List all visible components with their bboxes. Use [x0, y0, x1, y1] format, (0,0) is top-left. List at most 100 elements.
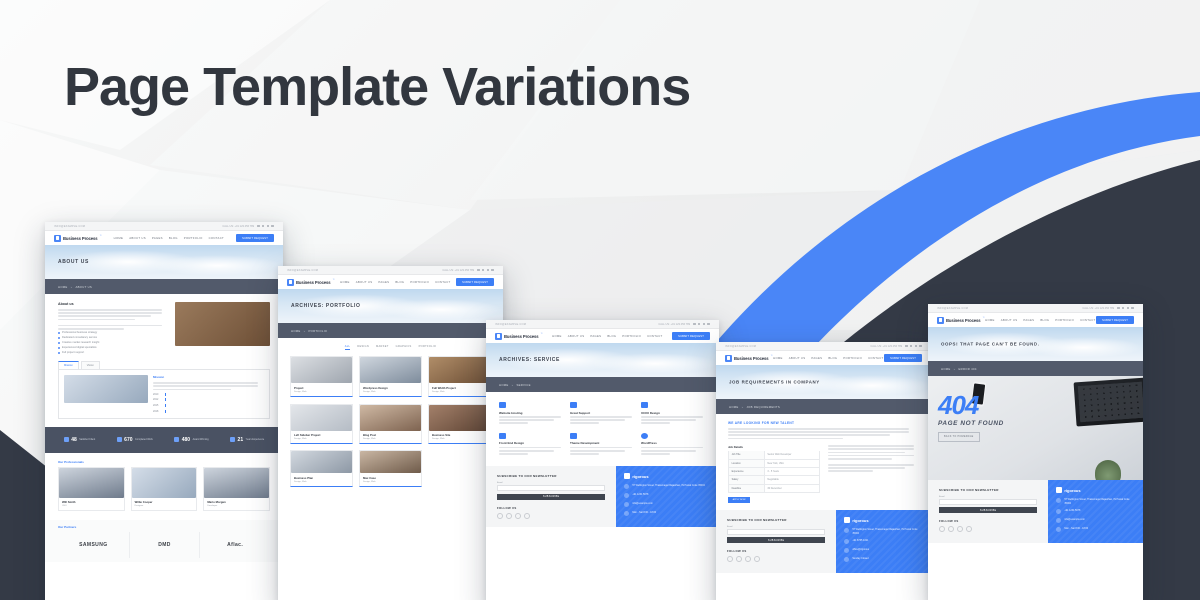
nav-item-about[interactable]: ABOUT US — [568, 334, 585, 338]
subscribe-button[interactable]: SUBSCRIBE — [497, 493, 606, 500]
nav-item-about[interactable]: ABOUT US — [129, 236, 146, 240]
mockup-job-requirements[interactable]: INFO@EXAMPLE.COM CALL US: +01 123 456 78… — [716, 342, 931, 600]
portfolio-card[interactable]: Business Site Design, Web — [428, 403, 491, 444]
nav-item-blog[interactable]: BLOG — [828, 356, 837, 360]
nav-item-home[interactable]: HOME — [340, 280, 350, 284]
rss-icon[interactable] — [707, 322, 710, 326]
topbar-social[interactable] — [693, 322, 710, 326]
breadcrumb[interactable]: HOME » ERROR 404 — [928, 361, 1143, 376]
youtube-icon[interactable] — [524, 512, 530, 519]
brand-logo[interactable]: Business Process ™ — [287, 278, 334, 286]
topbar-social[interactable] — [1117, 306, 1134, 310]
email-field[interactable] — [727, 528, 826, 535]
facebook-icon[interactable] — [1117, 306, 1120, 310]
portfolio-card[interactable]: Project Design, Web — [290, 356, 353, 397]
email-field[interactable] — [497, 485, 606, 492]
navbar[interactable]: Business Process ™ HOME ABOUT US PAGES B… — [716, 351, 931, 365]
nav-item-blog[interactable]: BLOG — [1040, 318, 1049, 322]
nav-item-about[interactable]: ABOUT US — [789, 356, 806, 360]
topbar-social[interactable] — [905, 344, 922, 348]
nav-item-contact[interactable]: CONTACT — [1080, 318, 1095, 322]
google-icon[interactable] — [1126, 306, 1130, 310]
service-card[interactable]: Front End Design — [499, 432, 564, 457]
nav-item-home[interactable]: HOME — [552, 334, 562, 338]
youtube-icon[interactable] — [966, 526, 972, 533]
instagram-icon[interactable] — [957, 526, 963, 533]
service-card[interactable]: Theme Development — [570, 432, 635, 457]
nav-item-pages[interactable]: PAGES — [378, 280, 389, 284]
nav-item-pages[interactable]: PAGES — [811, 356, 822, 360]
nav-menu[interactable]: HOME ABOUT US PAGES BLOG PORTFOLIO CONTA… — [552, 334, 662, 338]
team-card[interactable]: Willie Cooper Designer — [130, 466, 198, 512]
navbar[interactable]: Business Process ™ HOME ABOUT US PAGES B… — [278, 275, 503, 289]
nav-item-contact[interactable]: CONTACT — [647, 334, 662, 338]
nav-item-portfolio[interactable]: PORTFOLIO — [843, 356, 862, 360]
facebook-icon[interactable] — [939, 526, 945, 533]
tab-mission[interactable]: Mission — [58, 360, 79, 370]
nav-item-portfolio[interactable]: PORTFOLIO — [410, 280, 429, 284]
twitter-icon[interactable] — [481, 268, 485, 272]
cta-button[interactable]: SUBMIT REQUEST — [1096, 315, 1134, 325]
filter-portfolio[interactable]: PORTFOLIO — [419, 345, 437, 350]
footer-social[interactable] — [939, 526, 1037, 533]
portfolio-card[interactable]: Wordpress Design Design, Web — [359, 356, 422, 397]
nav-item-contact[interactable]: CONTACT — [209, 236, 224, 240]
navbar[interactable]: Business Process ™ HOME ABOUT US PAGES B… — [45, 231, 283, 245]
nav-item-contact[interactable]: CONTACT — [435, 280, 450, 284]
nav-item-contact[interactable]: CONTACT — [868, 356, 883, 360]
mockup-about-us[interactable]: INFO@EXAMPLE.COM CALL US: +01 123 456 78… — [45, 222, 283, 600]
navbar[interactable]: Business Process ™ HOME ABOUT US PAGES B… — [928, 313, 1143, 327]
nav-item-home[interactable]: HOME — [773, 356, 783, 360]
portfolio-card[interactable]: Left Sidebar Project Design, Web — [290, 403, 353, 444]
subscribe-button[interactable]: SUBSCRIBE — [727, 537, 826, 544]
tab-bar[interactable]: Mission Vision — [58, 360, 270, 370]
facebook-icon[interactable] — [727, 556, 733, 563]
nav-item-about[interactable]: ABOUT US — [1001, 318, 1018, 322]
youtube-icon[interactable] — [754, 556, 760, 563]
nav-item-about[interactable]: ABOUT US — [356, 280, 373, 284]
google-icon[interactable] — [486, 268, 490, 272]
topbar-social[interactable] — [257, 224, 274, 228]
nav-item-home[interactable]: HOME — [114, 236, 124, 240]
instagram-icon[interactable] — [745, 556, 751, 563]
portfolio-card[interactable]: Full Width Project Design, Web — [428, 356, 491, 397]
nav-item-blog[interactable]: BLOG — [395, 280, 404, 284]
service-card[interactable]: Website Hosting — [499, 402, 564, 426]
back-home-button[interactable]: BACK TO HOMEPAGE — [938, 432, 980, 442]
twitter-icon[interactable] — [697, 322, 701, 326]
subscribe-button[interactable]: SUBSCRIBE — [939, 507, 1038, 514]
google-icon[interactable] — [914, 344, 918, 348]
team-card[interactable]: Mario Morgan Developer — [203, 466, 270, 512]
portfolio-card[interactable]: Business Plan Design, Web — [290, 450, 353, 487]
twitter-icon[interactable] — [909, 344, 913, 348]
breadcrumb[interactable]: HOME » ABOUT US — [45, 279, 283, 294]
mockup-portfolio[interactable]: INFO@EXAMPLE.COM CALL US: +01 123 456 78… — [278, 266, 503, 600]
filter-all[interactable]: ALL — [344, 345, 351, 350]
brand-logo[interactable]: Business Process ™ — [495, 332, 542, 340]
rss-icon[interactable] — [271, 224, 274, 228]
nav-item-pages[interactable]: PAGES — [1023, 318, 1034, 322]
cta-button[interactable]: SUBMIT REQUEST — [236, 233, 274, 243]
filter-market[interactable]: MARKET — [376, 345, 389, 350]
filter-graphics[interactable]: GRAPHICS — [396, 345, 412, 350]
team-card[interactable]: Will Smith CEO — [58, 466, 125, 512]
nav-item-portfolio[interactable]: PORTFOLIO — [184, 236, 203, 240]
breadcrumb[interactable]: HOME » PORTFOLIO — [278, 323, 503, 338]
footer-social[interactable] — [497, 512, 605, 519]
rss-icon[interactable] — [491, 268, 494, 272]
nav-menu[interactable]: HOME ABOUT US PAGES BLOG PORTFOLIO CONTA… — [340, 280, 450, 284]
portfolio-card[interactable]: Blog Post Design, Web — [359, 403, 422, 444]
instagram-icon[interactable] — [515, 512, 521, 519]
cta-button[interactable]: SUBMIT REQUEST — [456, 277, 494, 287]
nav-menu[interactable]: HOME ABOUT US PAGES BLOG PORTFOLIO CONTA… — [773, 356, 883, 360]
nav-item-home[interactable]: HOME — [985, 318, 995, 322]
nav-item-portfolio[interactable]: PORTFOLIO — [1055, 318, 1074, 322]
twitter-icon[interactable] — [1121, 306, 1125, 310]
facebook-icon[interactable] — [257, 224, 260, 228]
breadcrumb-home[interactable]: HOME — [58, 285, 68, 289]
google-icon[interactable] — [702, 322, 706, 326]
breadcrumb-home[interactable]: HOME — [291, 329, 301, 333]
email-field[interactable] — [939, 498, 1038, 505]
nav-item-pages[interactable]: PAGES — [152, 236, 163, 240]
service-card[interactable]: WordPress — [641, 432, 706, 457]
